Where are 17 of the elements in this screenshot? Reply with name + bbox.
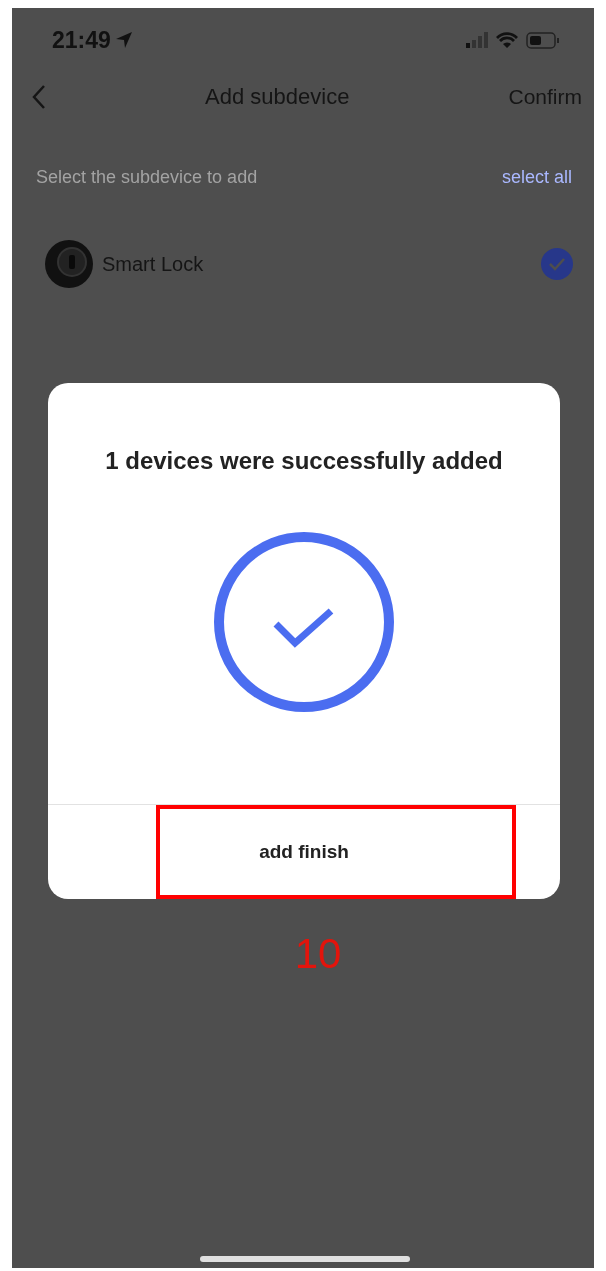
battery-icon — [526, 31, 560, 49]
wifi-icon — [496, 32, 518, 48]
status-time: 21:49 — [52, 26, 111, 54]
section-hint: Select the subdevice to add — [36, 166, 258, 188]
add-finish-button[interactable]: add finish — [249, 831, 359, 873]
device-name: Smart Lock — [102, 252, 205, 276]
step-number: 10 — [293, 930, 342, 977]
select-all-link[interactable]: select all — [501, 166, 572, 188]
dialog-title: 1 devices were successfully added — [105, 447, 503, 475]
checkbox[interactable] — [540, 247, 574, 281]
confirm-button[interactable]: Confirm — [508, 85, 582, 109]
signal-icon — [466, 32, 488, 48]
smart-lock-icon — [42, 237, 96, 291]
back-icon[interactable] — [32, 84, 46, 110]
screen-title: Add subdevice — [205, 84, 350, 110]
location-arrow-icon — [114, 31, 133, 49]
success-check-icon — [213, 531, 395, 713]
